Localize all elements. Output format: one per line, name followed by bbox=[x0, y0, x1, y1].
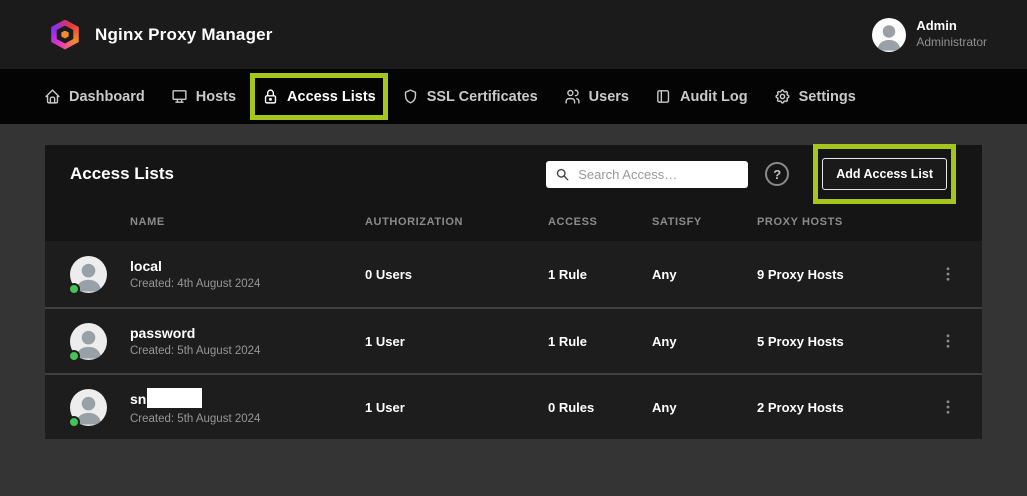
lock-icon bbox=[262, 88, 279, 105]
monitor-icon bbox=[171, 88, 188, 105]
nav-label-users: Users bbox=[589, 89, 629, 105]
users-icon bbox=[564, 88, 581, 105]
user-text: Admin Administrator bbox=[916, 18, 987, 50]
nav-item-access-lists[interactable]: Access Lists bbox=[262, 88, 376, 105]
column-header-access: ACCESS bbox=[548, 216, 652, 228]
proxy-hosts-value: 5 Proxy Hosts bbox=[757, 334, 917, 349]
main-content: Access Lists ? Add Access List bbox=[0, 124, 1027, 460]
proxy-hosts-value: 2 Proxy Hosts bbox=[757, 400, 917, 415]
created-date: Created: 4th August 2024 bbox=[130, 278, 365, 290]
status-dot bbox=[68, 416, 80, 428]
nav-item-dashboard[interactable]: Dashboard bbox=[44, 88, 145, 105]
table-row[interactable]: local Created: 4th August 2024 0 Users 1… bbox=[45, 241, 982, 307]
app-title: Nginx Proxy Manager bbox=[95, 25, 273, 45]
status-dot bbox=[68, 283, 80, 295]
access-list-name: sn bbox=[130, 391, 146, 407]
nav-item-ssl-certificates[interactable]: SSL Certificates bbox=[402, 88, 538, 105]
nav-item-audit-log[interactable]: Audit Log bbox=[655, 88, 748, 105]
nav-item-users[interactable]: Users bbox=[564, 88, 629, 105]
authorization-value: 0 Users bbox=[365, 267, 548, 282]
app-header: Nginx Proxy Manager Admin Administrator bbox=[0, 0, 1027, 69]
app-logo-icon bbox=[50, 20, 80, 50]
satisfy-value: Any bbox=[652, 400, 757, 415]
satisfy-value: Any bbox=[652, 267, 757, 282]
main-nav: Dashboard Hosts Access Lists SSL Certifi… bbox=[0, 69, 1027, 124]
access-lists-card: Access Lists ? Add Access List bbox=[45, 145, 982, 439]
card-title-row: Access Lists ? Add Access List bbox=[45, 145, 982, 203]
add-button-wrap: Add Access List bbox=[822, 158, 947, 190]
search-box bbox=[546, 161, 748, 188]
user-name: Admin bbox=[916, 18, 987, 35]
access-value: 0 Rules bbox=[548, 400, 652, 415]
brand: Nginx Proxy Manager bbox=[50, 20, 273, 50]
avatar bbox=[70, 256, 107, 293]
table-row[interactable]: password Created: 5th August 2024 1 User… bbox=[45, 307, 982, 373]
card-actions: ? Add Access List bbox=[546, 158, 957, 190]
access-value: 1 Rule bbox=[548, 334, 652, 349]
row-menu-button[interactable] bbox=[939, 398, 957, 416]
access-list-name: local bbox=[130, 258, 162, 274]
search-icon bbox=[555, 167, 570, 182]
proxy-hosts-value: 9 Proxy Hosts bbox=[757, 267, 917, 282]
status-dot bbox=[68, 350, 80, 362]
created-date: Created: 5th August 2024 bbox=[130, 413, 365, 425]
column-header-authorization: AUTHORIZATION bbox=[365, 216, 548, 228]
access-value: 1 Rule bbox=[548, 267, 652, 282]
redaction-box bbox=[147, 388, 202, 408]
help-button[interactable]: ? bbox=[765, 162, 789, 186]
user-role: Administrator bbox=[916, 35, 987, 51]
satisfy-value: Any bbox=[652, 334, 757, 349]
avatar bbox=[70, 389, 107, 426]
authorization-value: 1 User bbox=[365, 400, 548, 415]
nav-label-hosts: Hosts bbox=[196, 89, 236, 105]
add-access-list-button[interactable]: Add Access List bbox=[822, 158, 947, 190]
table-body: local Created: 4th August 2024 0 Users 1… bbox=[45, 241, 982, 439]
user-avatar bbox=[872, 18, 906, 52]
table-row[interactable]: sn Created: 5th August 2024 1 User 0 Rul… bbox=[45, 373, 982, 439]
page-title: Access Lists bbox=[70, 164, 174, 184]
nav-label-settings: Settings bbox=[799, 89, 856, 105]
table-header-row: NAME AUTHORIZATION ACCESS SATISFY PROXY … bbox=[45, 203, 982, 241]
column-header-name: NAME bbox=[130, 216, 365, 228]
user-menu[interactable]: Admin Administrator bbox=[872, 18, 987, 52]
nav-label-ssl-certificates: SSL Certificates bbox=[427, 89, 538, 105]
person-icon bbox=[872, 18, 906, 52]
book-icon bbox=[655, 88, 672, 105]
search-input[interactable] bbox=[546, 161, 748, 188]
avatar bbox=[70, 323, 107, 360]
nav-label-access-lists: Access Lists bbox=[287, 89, 376, 105]
row-menu-button[interactable] bbox=[939, 332, 957, 350]
nav-item-settings[interactable]: Settings bbox=[774, 88, 856, 105]
home-icon bbox=[44, 88, 61, 105]
column-header-satisfy: SATISFY bbox=[652, 216, 757, 228]
gear-icon bbox=[774, 88, 791, 105]
nav-item-hosts[interactable]: Hosts bbox=[171, 88, 236, 105]
nav-label-audit-log: Audit Log bbox=[680, 89, 748, 105]
shield-icon bbox=[402, 88, 419, 105]
column-header-proxy-hosts: PROXY HOSTS bbox=[757, 216, 917, 228]
card-top: Access Lists ? Add Access List bbox=[45, 145, 982, 241]
row-menu-button[interactable] bbox=[939, 265, 957, 283]
nav-label-dashboard: Dashboard bbox=[69, 89, 145, 105]
authorization-value: 1 User bbox=[365, 334, 548, 349]
created-date: Created: 5th August 2024 bbox=[130, 345, 365, 357]
access-list-name: password bbox=[130, 325, 195, 341]
